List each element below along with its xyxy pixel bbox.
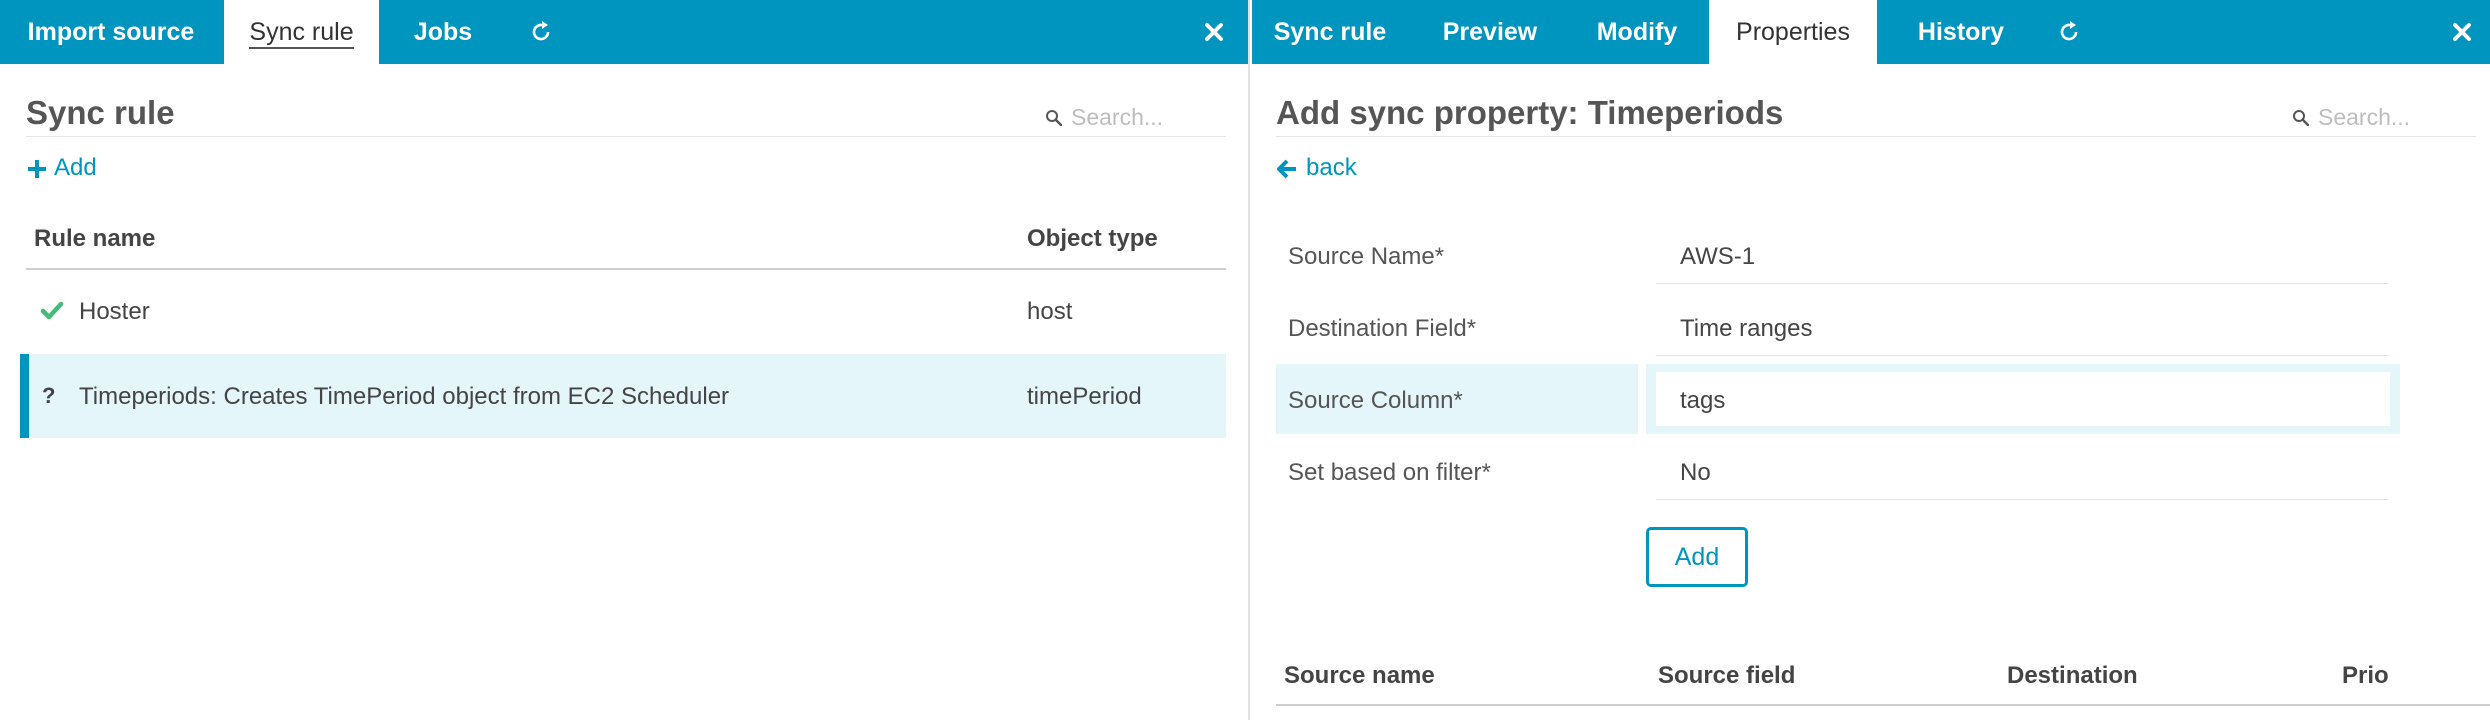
page-title: Add sync property: Timeperiods — [1276, 94, 1784, 131]
tab-jobs[interactable]: Jobs — [393, 0, 493, 64]
tab-preview[interactable]: Preview — [1426, 0, 1554, 64]
refresh-icon[interactable] — [527, 18, 555, 46]
destination-field-label: Destination Field* — [1288, 315, 1477, 342]
field-underline — [1656, 283, 2388, 284]
tab-import-source[interactable]: Import source — [0, 0, 222, 64]
add-button[interactable]: Add — [26, 154, 136, 184]
destination-field-select[interactable]: Time ranges — [1680, 315, 1813, 343]
sync-rule-pane: Import source Sync rule Jobs Sync rule S… — [0, 0, 1250, 720]
source-column-label: Source Column* — [1288, 387, 1463, 414]
field-underline — [1656, 355, 2388, 356]
source-column-input-box[interactable] — [1656, 372, 2390, 426]
tab-history[interactable]: History — [1901, 0, 2021, 64]
column-header-rule-name[interactable]: Rule name — [34, 225, 155, 253]
field-underline — [1656, 499, 2388, 500]
search-input[interactable]: Search... — [1045, 102, 1235, 132]
object-type: host — [1027, 298, 1073, 325]
back-label: back — [1306, 154, 1357, 181]
source-name-field[interactable]: AWS-1 — [1680, 243, 1755, 271]
tab-modify[interactable]: Modify — [1582, 0, 1692, 64]
tab-sync-rule[interactable]: Sync rule — [224, 0, 379, 64]
back-link[interactable]: back — [1276, 154, 1386, 184]
right-tab-bar: Sync rule Preview Modify Properties Hist… — [1252, 0, 2490, 64]
tab-properties[interactable]: Properties — [1709, 0, 1877, 64]
table-header-divider — [1276, 704, 2490, 706]
search-input[interactable]: Search... — [2292, 102, 2472, 132]
plus-icon — [28, 160, 46, 178]
source-column-highlight — [1646, 364, 2400, 434]
search-placeholder: Search... — [1071, 104, 1164, 130]
source-name-label: Source Name* — [1288, 243, 1445, 270]
close-icon[interactable] — [2448, 18, 2476, 46]
search-icon — [1046, 110, 1063, 127]
tab-sync-rule-label: Sync rule — [249, 18, 354, 49]
search-placeholder: Search... — [2318, 104, 2411, 130]
add-label: Add — [54, 154, 97, 181]
column-header-source-name[interactable]: Source name — [1284, 662, 1435, 690]
table-row-selected[interactable]: ? Timeperiods: Creates TimePeriod object… — [20, 354, 1226, 438]
divider — [26, 136, 1226, 137]
page-title: Sync rule — [26, 94, 175, 131]
column-header-source-field[interactable]: Source field — [1658, 662, 1795, 690]
column-header-prio[interactable]: Prio — [2342, 662, 2389, 690]
selection-indicator — [20, 354, 29, 438]
rule-name: Timeperiods: Creates TimePeriod object f… — [79, 383, 730, 410]
column-header-destination[interactable]: Destination — [2007, 662, 2138, 690]
tab-properties-label: Properties — [1736, 18, 1850, 46]
close-icon[interactable] — [1200, 18, 1228, 46]
set-based-on-filter-select[interactable]: No — [1680, 459, 1711, 487]
rule-name: Hoster — [79, 298, 150, 325]
set-based-on-filter-label: Set based on filter* — [1288, 459, 1491, 486]
search-icon — [2293, 110, 2310, 127]
source-column-input[interactable]: tags — [1680, 387, 1725, 415]
tab-sync-rule[interactable]: Sync rule — [1264, 0, 1396, 64]
left-tab-bar: Import source Sync rule Jobs — [0, 0, 1248, 64]
column-header-object-type[interactable]: Object type — [1027, 225, 1158, 253]
check-icon — [40, 301, 64, 320]
table-header-divider — [26, 268, 1226, 270]
arrow-left-icon — [1277, 159, 1296, 179]
divider — [1276, 136, 2476, 137]
sync-property-pane: Sync rule Preview Modify Properties Hist… — [1252, 0, 2490, 720]
add-button[interactable]: Add — [1646, 527, 1748, 587]
object-type: timePeriod — [1027, 383, 1142, 410]
question-icon: ? — [42, 383, 56, 408]
refresh-icon[interactable] — [2055, 18, 2083, 46]
